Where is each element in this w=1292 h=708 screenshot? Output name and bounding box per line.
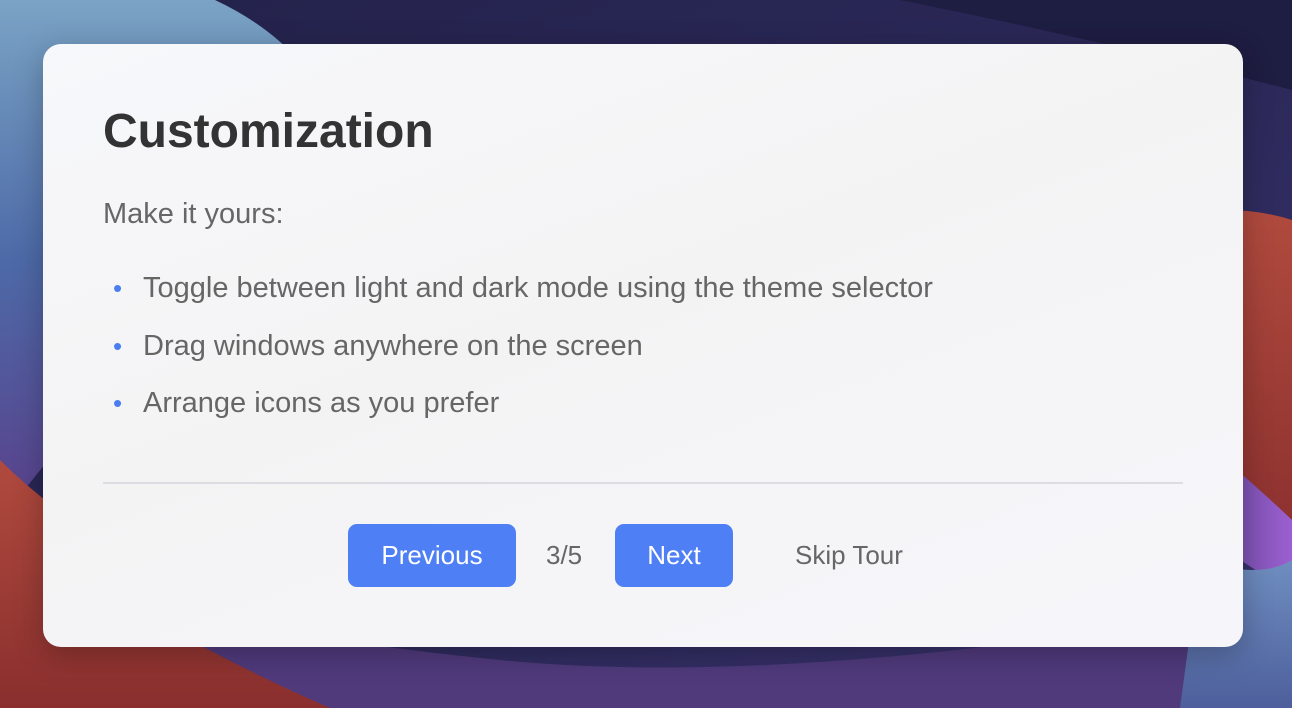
- divider: [103, 482, 1183, 484]
- list-item: • Arrange icons as you prefer: [103, 385, 933, 443]
- list-item-label: Drag windows anywhere on the screen: [143, 329, 643, 362]
- bullet-icon: •: [113, 273, 123, 303]
- skip-tour-button[interactable]: Skip Tour: [795, 524, 903, 587]
- tour-title: Customization: [103, 105, 434, 158]
- next-button[interactable]: Next: [615, 524, 733, 587]
- list-item: • Drag windows anywhere on the screen: [103, 328, 933, 386]
- tour-intro: Make it yours:: [103, 198, 284, 230]
- list-item: • Toggle between light and dark mode usi…: [103, 270, 933, 328]
- list-item-label: Toggle between light and dark mode using…: [143, 272, 933, 304]
- list-item-label: Arrange icons as you prefer: [143, 387, 500, 419]
- tour-feature-list: • Toggle between light and dark mode usi…: [103, 270, 933, 443]
- page-indicator: 3/5: [546, 540, 583, 570]
- tour-dialog: Customization Make it yours: • Toggle be…: [43, 44, 1243, 647]
- bullet-icon: •: [113, 388, 123, 418]
- bullet-icon: •: [113, 330, 123, 361]
- previous-button[interactable]: Previous: [348, 524, 516, 587]
